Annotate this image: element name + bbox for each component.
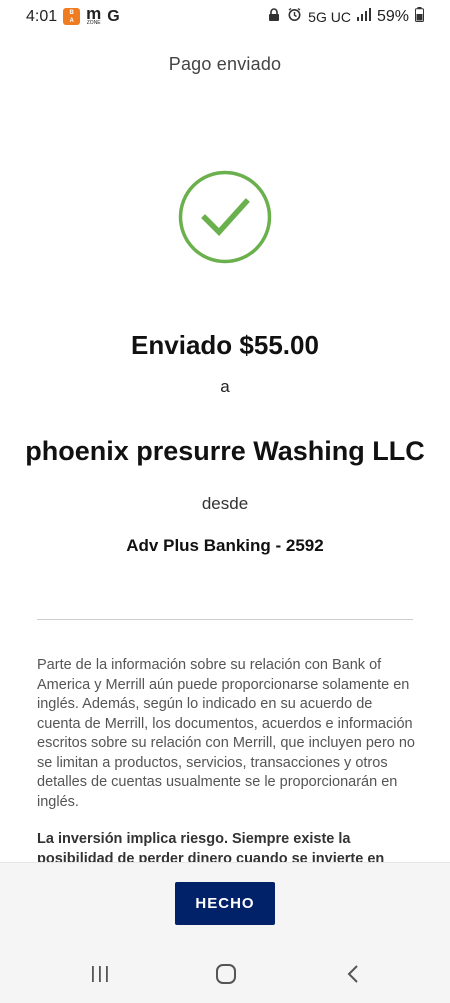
lock-icon bbox=[267, 7, 281, 27]
sent-amount: Enviado $55.00 bbox=[131, 330, 319, 360]
divider bbox=[37, 619, 413, 620]
from-label: desde bbox=[201, 494, 249, 513]
confirmation-content[interactable]: Enviado $55.00 a phoenix presurre Washin… bbox=[0, 94, 450, 862]
back-icon[interactable] bbox=[338, 962, 368, 986]
battery-icon bbox=[415, 7, 424, 27]
language-disclaimer: Parte de la información sobre su relació… bbox=[37, 657, 415, 810]
signal-icon bbox=[356, 8, 371, 26]
m-zone-icon: m ZONE bbox=[86, 4, 102, 26]
home-icon[interactable] bbox=[211, 962, 241, 986]
google-icon: G bbox=[107, 7, 120, 25]
network-label: 5G UC bbox=[308, 9, 351, 25]
system-nav-bar bbox=[0, 948, 450, 1003]
payee-name: phoenix presurre Washing LLC bbox=[25, 436, 425, 466]
recents-icon[interactable] bbox=[85, 962, 115, 986]
alarm-icon bbox=[287, 7, 302, 27]
page-header: Pago enviado bbox=[0, 34, 450, 94]
status-left: 4:01 BA m ZONE G bbox=[26, 4, 120, 26]
investment-risk-notice: La inversión implica riesgo. Siempre exi… bbox=[37, 831, 385, 862]
bank-app-icon: BA bbox=[63, 8, 81, 25]
status-right: 5G UC 59% bbox=[267, 7, 424, 27]
status-time: 4:01 bbox=[26, 7, 58, 25]
source-account: Adv Plus Banking - 2592 bbox=[126, 536, 324, 555]
to-label: a bbox=[220, 377, 230, 396]
status-bar: 4:01 BA m ZONE G 5G UC 59% bbox=[0, 0, 450, 34]
done-button[interactable]: HECHO bbox=[175, 882, 275, 925]
page-title: Pago enviado bbox=[168, 53, 282, 74]
battery-percent: 59% bbox=[376, 8, 409, 25]
success-check-icon bbox=[178, 170, 272, 264]
action-bar: HECHO bbox=[0, 862, 450, 949]
